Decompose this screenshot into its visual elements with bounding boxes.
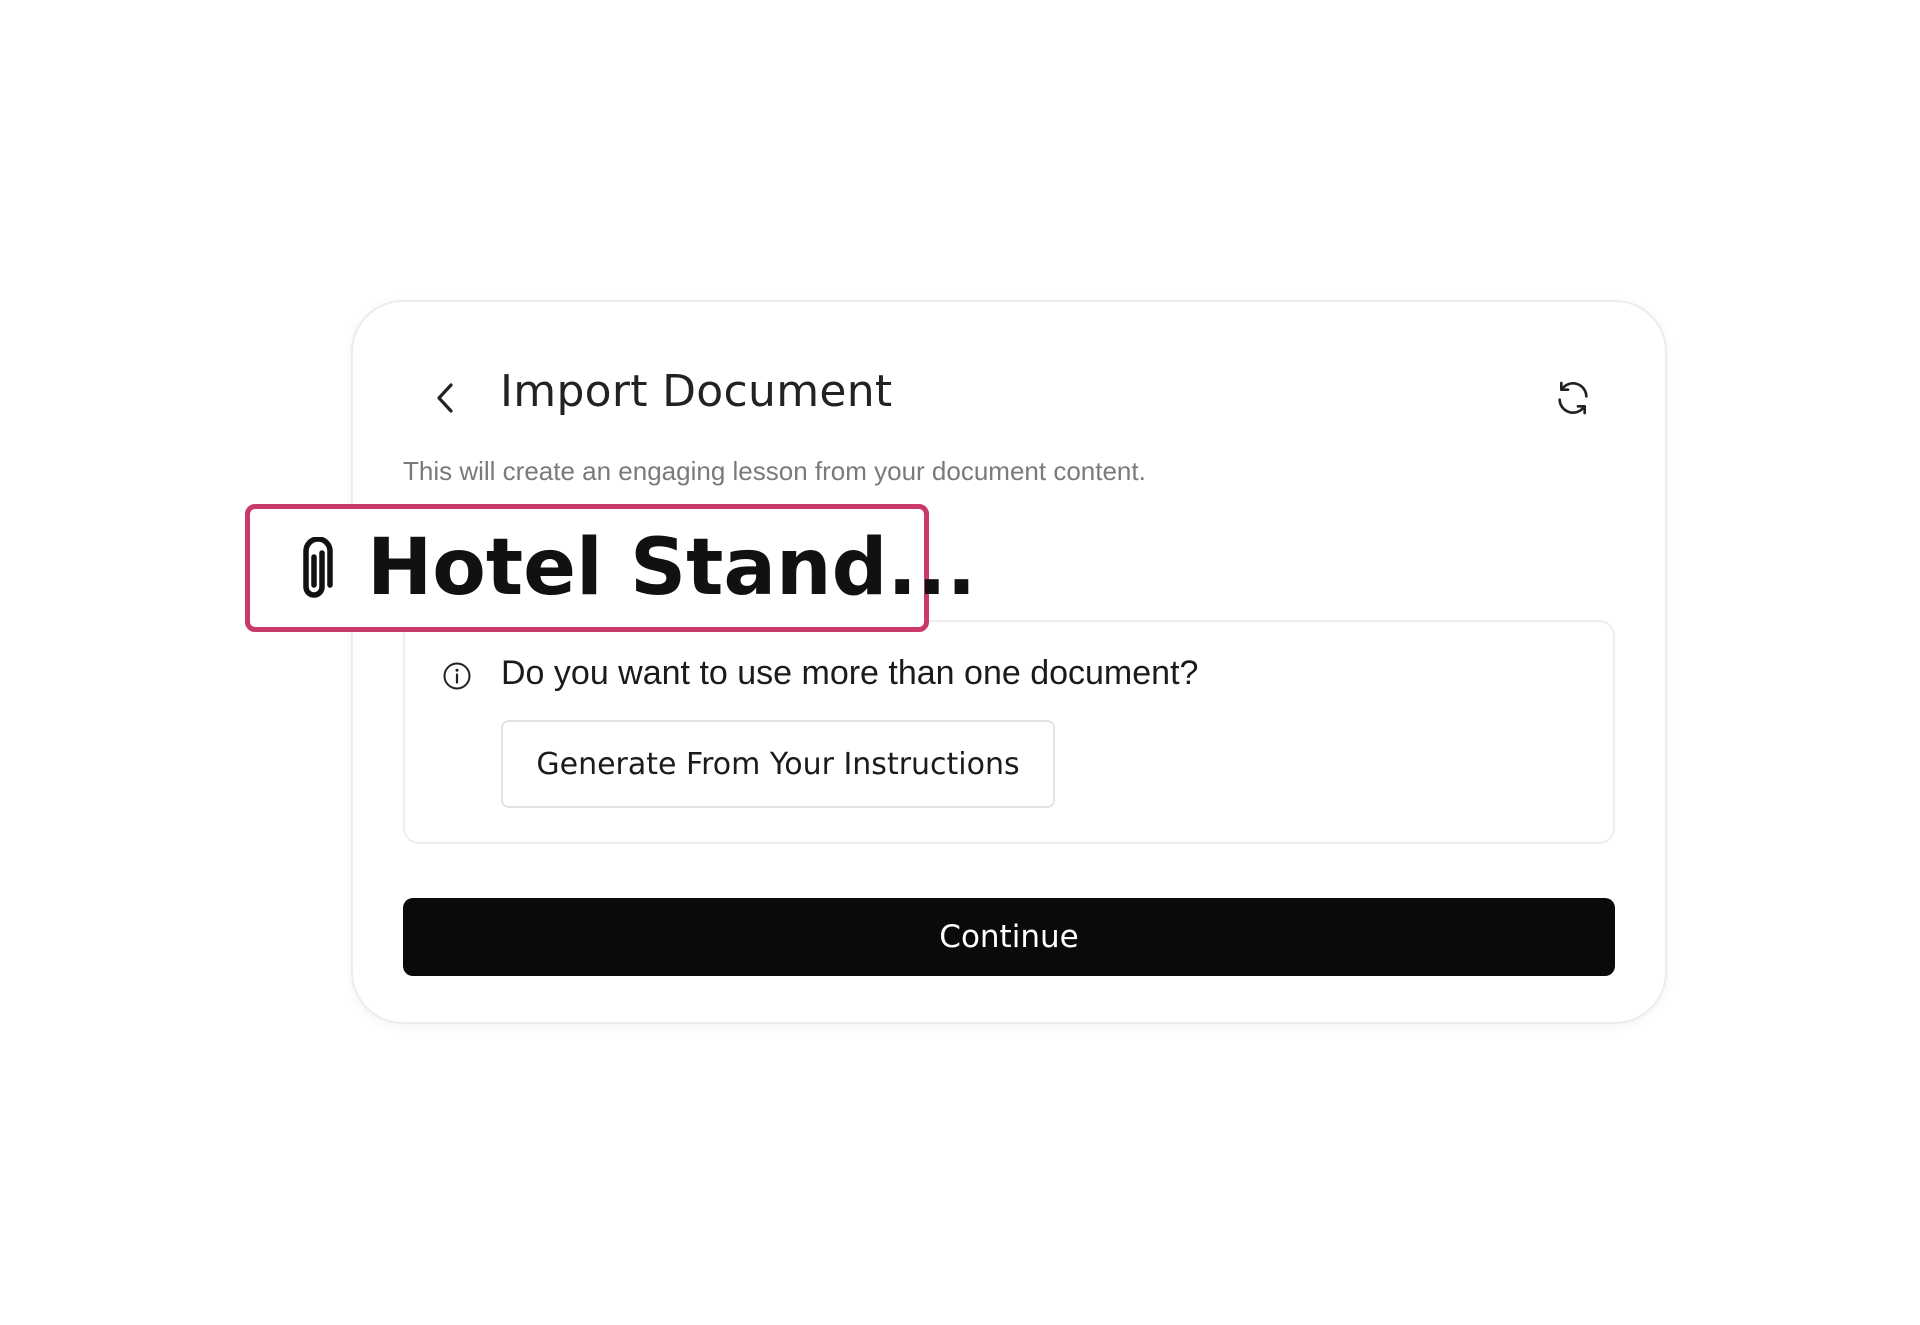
chevron-left-icon [437, 383, 453, 413]
attached-document-name: Hotel Stand... [367, 523, 977, 613]
generate-from-instructions-button[interactable]: Generate From Your Instructions [501, 720, 1055, 808]
multi-document-info-box: Do you want to use more than one documen… [403, 620, 1615, 844]
paperclip-icon [303, 537, 333, 598]
info-icon [443, 662, 471, 690]
page: Import Document This will create an enga… [0, 0, 1920, 1325]
back-button[interactable] [425, 378, 465, 418]
refresh-icon [1558, 381, 1588, 415]
multi-document-question: Do you want to use more than one documen… [501, 654, 1199, 692]
dialog-title: Import Document [500, 366, 893, 417]
import-document-dialog: Import Document This will create an enga… [351, 300, 1667, 1024]
attached-document-chip[interactable]: Hotel Stand... [245, 504, 976, 632]
continue-button[interactable]: Continue [403, 898, 1615, 976]
dialog-subtitle: This will create an engaging lesson from… [403, 456, 1146, 486]
refresh-button[interactable] [1549, 374, 1597, 422]
